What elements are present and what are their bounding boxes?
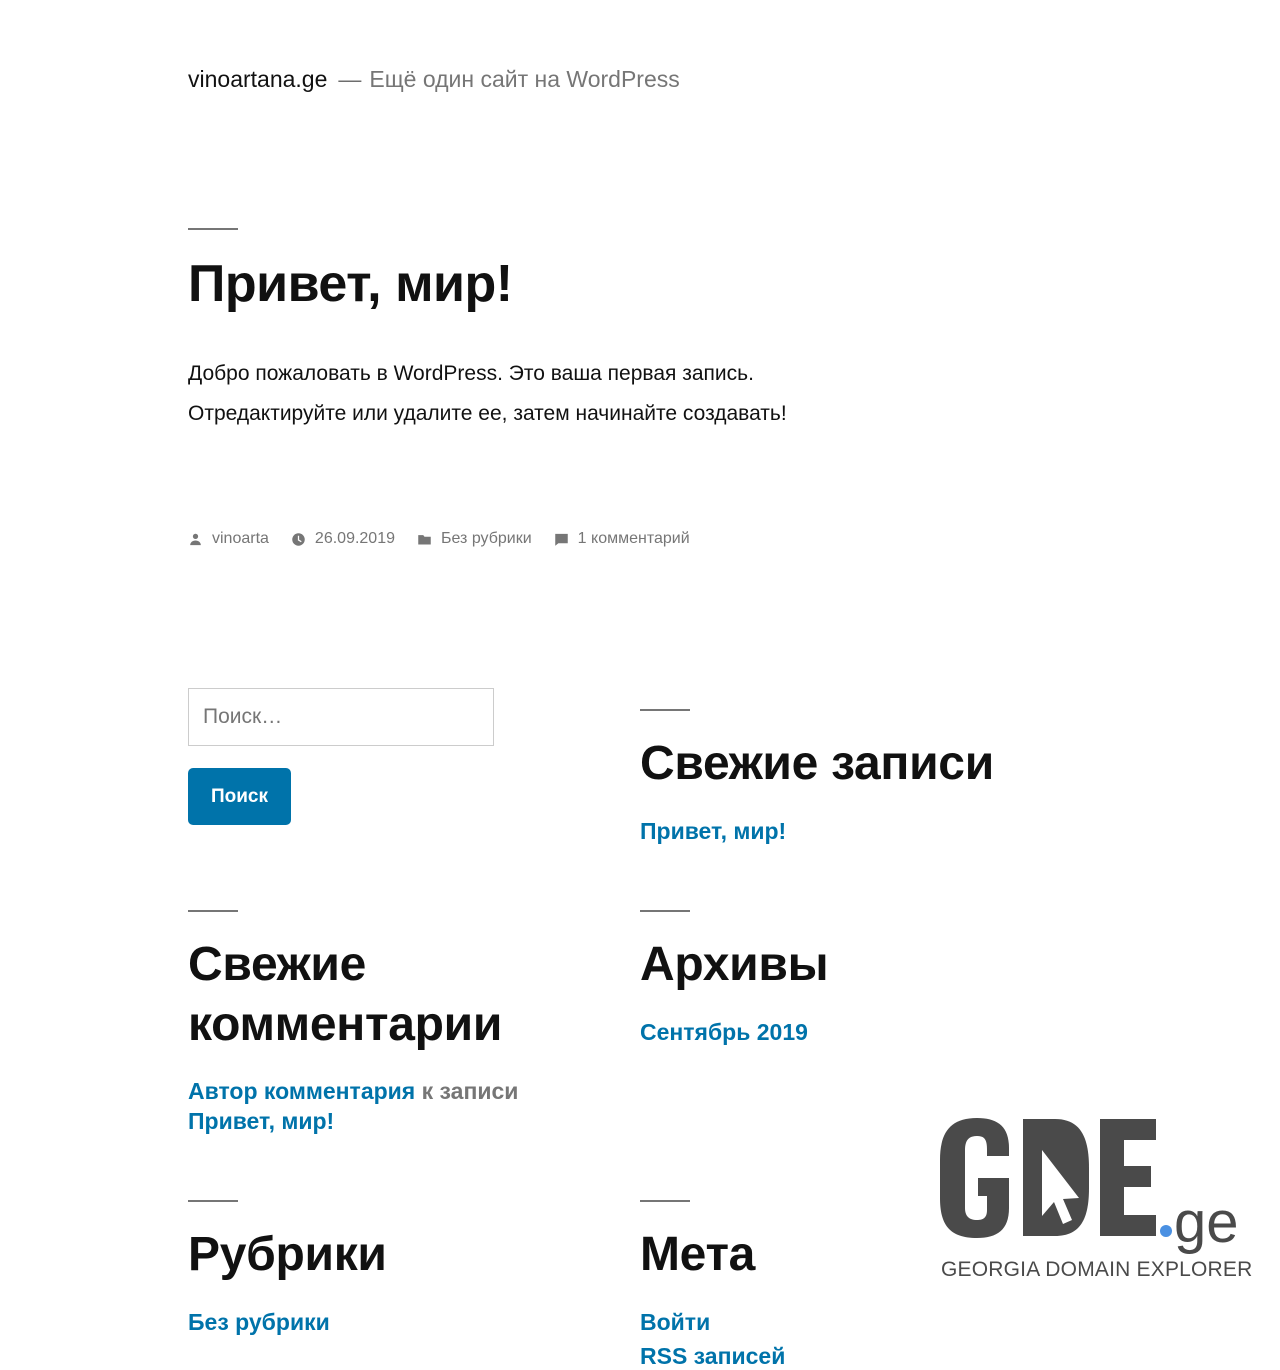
widget-divider [640, 1200, 690, 1202]
post-comments: 1 комментарий [554, 530, 690, 548]
comment-icon [554, 533, 568, 546]
category-link[interactable]: Без рубрики [188, 1309, 330, 1336]
search-button[interactable]: Поиск [188, 768, 291, 825]
meta-title: Мета [640, 1228, 756, 1281]
archives-title: Архивы [640, 938, 829, 991]
post-body: Добро пожаловать в WordPress. Это ваша п… [188, 362, 787, 425]
comment-post-link[interactable]: Привет, мир! [188, 1106, 608, 1136]
recent-post-link[interactable]: Привет, мир! [640, 818, 786, 845]
post-category-link[interactable]: Без рубрики [441, 530, 532, 548]
site-title[interactable]: vinoartana.ge [188, 66, 327, 92]
comment-connector: к записи [421, 1078, 519, 1104]
title-separator: — [338, 66, 362, 92]
post-date: 26.09.2019 [291, 530, 395, 548]
svg-text:ge: ge [1174, 1190, 1239, 1255]
post-author: vinoarta [188, 530, 269, 548]
categories-title: Рубрики [188, 1228, 387, 1281]
rss-link[interactable]: RSS записей [640, 1343, 785, 1370]
post-title[interactable]: Привет, мир! [188, 254, 513, 314]
search-input[interactable] [188, 688, 494, 746]
post-comments-link[interactable]: 1 комментарий [578, 530, 690, 548]
clock-icon [292, 532, 305, 546]
post-author-link[interactable]: vinoarta [212, 530, 269, 548]
gde-logo: ge [940, 1118, 1239, 1255]
widget-divider [640, 709, 690, 711]
archive-link[interactable]: Сентябрь 2019 [640, 1019, 808, 1046]
widget-divider [188, 1200, 238, 1202]
gde-tagline: GEORGIA DOMAIN EXPLORER [941, 1258, 1253, 1281]
widget-divider [188, 910, 238, 912]
gde-logo-badge: ge GEORGIA DOMAIN EXPLORER [935, 1112, 1252, 1287]
folder-icon [418, 534, 431, 544]
comment-author-link[interactable]: Автор комментария [188, 1078, 415, 1104]
post-category: Без рубрики [417, 530, 532, 548]
login-link[interactable]: Войти [640, 1309, 710, 1336]
widget-divider [640, 910, 690, 912]
author-icon [190, 533, 201, 545]
post-divider [188, 228, 238, 230]
recent-comments-title: Свежие комментарии [188, 938, 503, 1051]
post-date-link[interactable]: 26.09.2019 [315, 530, 395, 548]
recent-posts-title: Свежие записи [640, 737, 994, 790]
post-meta: vinoarta 26.09.2019 Без рубрики 1 коммен… [188, 530, 712, 548]
recent-comment-entry: Автор комментария к записи Привет, мир! [188, 1076, 608, 1136]
site-description: Ещё один сайт на WordPress [369, 66, 680, 92]
